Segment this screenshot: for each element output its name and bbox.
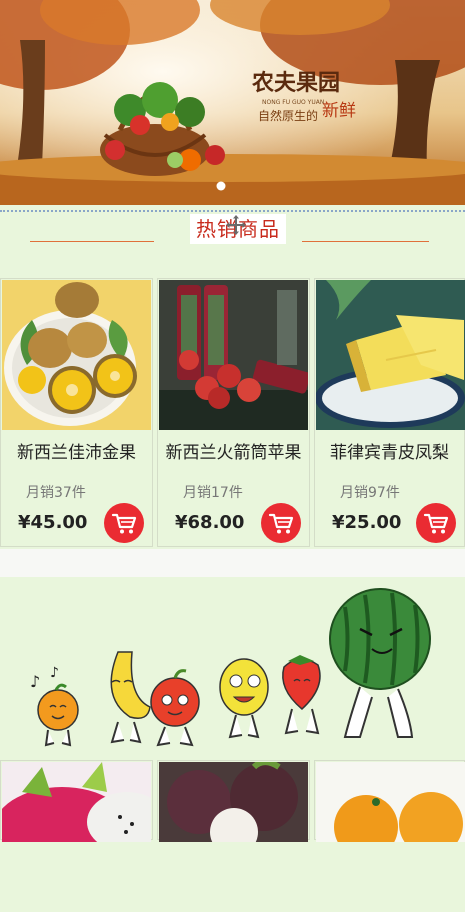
add-to-cart-button[interactable] xyxy=(261,503,301,543)
svg-text:自然原生的: 自然原生的 xyxy=(258,108,318,123)
product-image[interactable] xyxy=(2,280,151,430)
hero-banner[interactable]: 农夫果园 NONG FU GUO YUAN 自然原生的 新鲜 xyxy=(0,0,465,205)
shopping-cart-icon xyxy=(268,513,294,534)
shopping-cart-icon xyxy=(423,513,449,534)
product-card[interactable]: 菲律宾青皮凤梨 月销97件 ¥25.00 xyxy=(314,278,465,547)
add-to-cart-button[interactable] xyxy=(416,503,456,543)
product-sales: 月销97件 xyxy=(340,485,400,501)
title-rule-left xyxy=(30,241,154,242)
banner-brand: 农夫果园 xyxy=(251,70,340,96)
product-price: ¥45.00 xyxy=(18,512,88,533)
product-name[interactable]: 新西兰佳沛金果 xyxy=(1,438,152,463)
product-image[interactable] xyxy=(159,762,308,912)
product-card[interactable] xyxy=(157,760,310,856)
product-sales: 月销37件 xyxy=(26,485,86,501)
product-image[interactable] xyxy=(316,280,465,430)
divider xyxy=(0,210,465,212)
carousel-dot xyxy=(216,181,226,191)
product-card[interactable] xyxy=(0,760,153,877)
product-name[interactable]: 菲律宾青皮凤梨 xyxy=(315,438,464,463)
product-name[interactable]: 新西兰火箭筒苹果 xyxy=(158,438,309,463)
title-rule-right xyxy=(302,241,429,242)
shopping-cart-icon xyxy=(111,513,137,534)
product-price: ¥68.00 xyxy=(175,512,245,533)
product-price: ¥25.00 xyxy=(332,512,402,533)
svg-text:♪: ♪ xyxy=(30,672,40,691)
product-image[interactable] xyxy=(316,762,465,912)
product-sales: 月销17件 xyxy=(183,485,243,501)
move-arrows-icon[interactable] xyxy=(224,213,248,237)
product-card[interactable]: 新西兰佳沛金果 月销37件 ¥45.00 xyxy=(0,278,153,547)
section-separator xyxy=(0,549,465,577)
product-card[interactable]: 新西兰火箭筒苹果 月销17件 ¥68.00 xyxy=(157,278,310,547)
svg-text:NONG FU GUO YUAN: NONG FU GUO YUAN xyxy=(262,99,324,106)
svg-text:新鲜: 新鲜 xyxy=(322,101,356,121)
add-to-cart-button[interactable] xyxy=(104,503,144,543)
cartoon-fruit-banner: ♪ ♪ xyxy=(0,577,465,760)
product-card[interactable] xyxy=(314,760,465,859)
product-image[interactable] xyxy=(159,280,308,430)
svg-text:♪: ♪ xyxy=(50,665,59,681)
product-image[interactable] xyxy=(2,762,151,912)
